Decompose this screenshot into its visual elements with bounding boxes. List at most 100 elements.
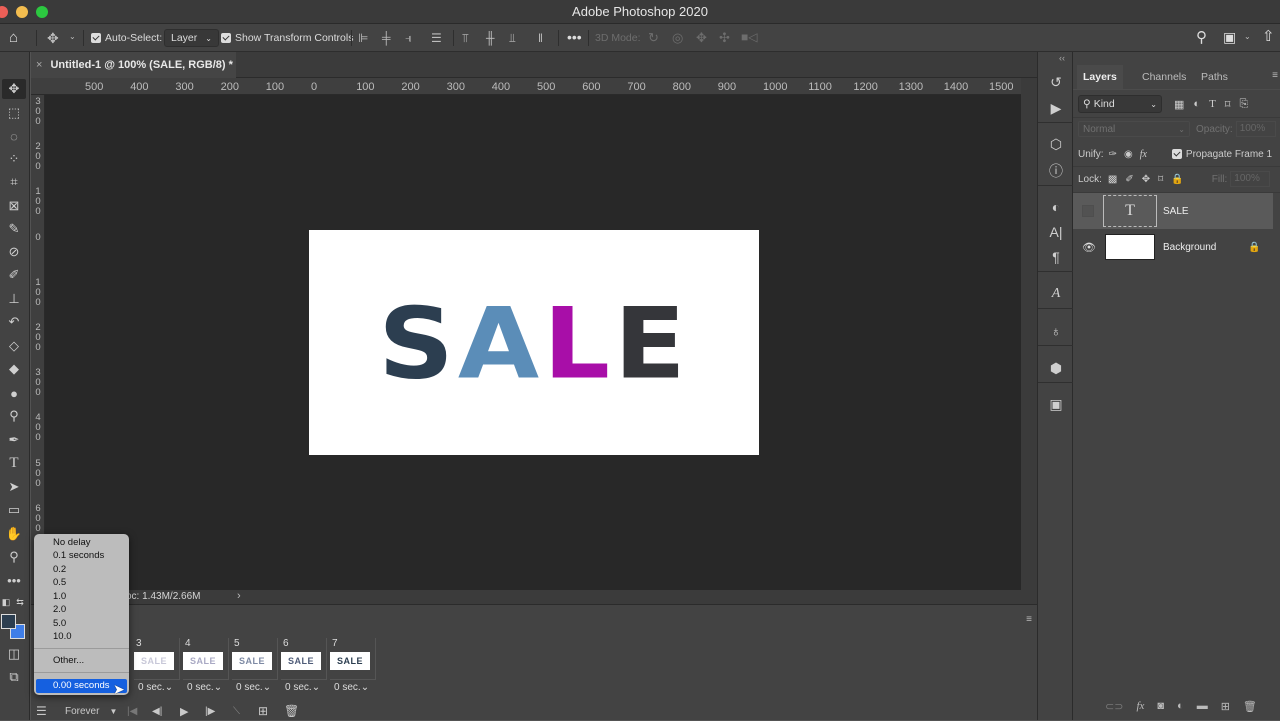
panel-menu-icon[interactable]: ≡ bbox=[1272, 70, 1278, 81]
default-colors-icon[interactable]: ◧ bbox=[0, 592, 12, 612]
close-document-icon[interactable]: × bbox=[36, 59, 42, 71]
play-icon[interactable]: ▶ bbox=[180, 701, 188, 721]
clone-stamp-tool-icon[interactable]: ⊥ bbox=[2, 289, 26, 309]
loop-options-dropdown[interactable]: Forever ▼ bbox=[65, 701, 117, 721]
menu-item-2.0[interactable]: 2.0 bbox=[53, 604, 66, 616]
align-top-icon[interactable]: ⫪ bbox=[462, 32, 469, 44]
history-brush-tool-icon[interactable]: ↶ bbox=[2, 312, 26, 332]
lock-image-pixels-icon[interactable]: ✐ bbox=[1125, 174, 1133, 185]
distribute-horizontal-icon[interactable]: ‖ bbox=[538, 32, 543, 44]
next-frame-icon[interactable]: |▶ bbox=[205, 701, 215, 721]
layer-visibility-toggle[interactable] bbox=[1082, 205, 1094, 217]
lock-artboard-icon[interactable]: ⌑ bbox=[1158, 174, 1163, 185]
crop-tool-icon[interactable]: ⌗ bbox=[2, 172, 26, 192]
document-tab[interactable]: × Untitled-1 @ 100% (SALE, RGB/8) * bbox=[31, 52, 236, 78]
collapse-panels-icon[interactable]: ‹‹ bbox=[1059, 53, 1065, 63]
align-horizontal-center-icon[interactable]: ╪ bbox=[382, 32, 391, 44]
distribute-vertical-icon[interactable]: ☰ bbox=[431, 32, 442, 44]
new-group-icon[interactable]: ▬ bbox=[1197, 700, 1208, 712]
auto-select-checkbox[interactable]: Auto-Select: bbox=[91, 24, 162, 52]
lock-position-icon[interactable]: ✥ bbox=[1142, 174, 1150, 185]
3d-pan-icon[interactable]: ✥ bbox=[696, 31, 707, 44]
delete-layer-icon[interactable]: 🗑 bbox=[1243, 700, 1257, 713]
layer-style-icon[interactable]: fx bbox=[1136, 700, 1144, 712]
align-right-icon[interactable]: ⫣ bbox=[405, 32, 412, 44]
convert-to-video-timeline-icon[interactable]: ☰ bbox=[36, 701, 47, 721]
3d-panel-icon[interactable]: ⬢ bbox=[1046, 358, 1066, 378]
layer-row-sale[interactable]: T SALE bbox=[1073, 193, 1273, 229]
move-tool-icon[interactable]: ✥ bbox=[2, 79, 26, 99]
align-bottom-icon[interactable]: ⫫ bbox=[509, 32, 516, 44]
filter-pixel-layers-icon[interactable]: ▦ bbox=[1174, 98, 1184, 111]
previous-frame-icon[interactable]: ◀| bbox=[152, 701, 162, 721]
duplicate-frame-icon[interactable]: ⊞ bbox=[258, 701, 268, 721]
zoom-tool-icon[interactable]: ⚲ bbox=[2, 547, 26, 567]
blend-mode-dropdown[interactable]: Normal ⌄ bbox=[1078, 121, 1190, 137]
menu-item-5.0[interactable]: 5.0 bbox=[53, 618, 66, 630]
new-adjustment-layer-icon[interactable]: ◐ bbox=[1177, 700, 1184, 712]
search-icon[interactable]: ⚲ bbox=[1196, 30, 1207, 45]
animation-frame[interactable]: 5 SALE 0 sec.⌄ bbox=[232, 638, 278, 700]
frame-delay-dropdown[interactable]: 0 sec.⌄ bbox=[236, 682, 271, 693]
character-panel-icon[interactable]: A| bbox=[1046, 222, 1066, 242]
menu-item-10.0[interactable]: 10.0 bbox=[53, 631, 72, 643]
lock-all-icon[interactable]: 🔒 bbox=[1171, 174, 1183, 185]
dodge-tool-icon[interactable]: ⚲ bbox=[2, 406, 26, 426]
filter-type-layers-icon[interactable]: T bbox=[1209, 98, 1216, 110]
eyedropper-tool-icon[interactable]: ✎ bbox=[2, 219, 26, 239]
frame-tool-icon[interactable]: ⊠ bbox=[2, 196, 26, 216]
foreground-color-swatch[interactable] bbox=[1, 614, 16, 629]
unify-style-icon[interactable]: fx bbox=[1140, 149, 1147, 160]
layer-row-background[interactable]: 👁 Background 🔒 bbox=[1073, 229, 1280, 265]
marquee-tool-icon[interactable]: ⬚ bbox=[2, 103, 26, 123]
link-layers-icon[interactable]: ⊂⊃ bbox=[1105, 700, 1123, 713]
lock-transparent-pixels-icon[interactable]: ▩ bbox=[1108, 174, 1117, 185]
lasso-tool-icon[interactable]: ◌ bbox=[2, 126, 26, 146]
frame-delay-dropdown[interactable]: 0 sec.⌄ bbox=[187, 682, 222, 693]
3d-properties-panel-icon[interactable]: ⬡ bbox=[1046, 134, 1066, 154]
swap-colors-icon[interactable]: ⇆ bbox=[14, 592, 26, 612]
panel-menu-icon[interactable]: ≡ bbox=[1026, 614, 1032, 625]
healing-brush-tool-icon[interactable]: ⊘ bbox=[2, 242, 26, 262]
menu-item-0.5[interactable]: 0.5 bbox=[53, 577, 66, 589]
tab-paths[interactable]: Paths bbox=[1195, 65, 1234, 89]
menu-item-0.1[interactable]: 0.1 seconds bbox=[53, 550, 104, 562]
hand-tool-icon[interactable]: ✋ bbox=[2, 524, 26, 544]
3d-slide-icon[interactable]: ✣ bbox=[719, 31, 730, 44]
frame-delay-dropdown[interactable]: 0 sec.⌄ bbox=[285, 682, 320, 693]
filter-adjustment-layers-icon[interactable]: ◐ bbox=[1193, 98, 1200, 110]
filter-shape-layers-icon[interactable]: ⌑ bbox=[1225, 98, 1231, 111]
more-options-icon[interactable]: ••• bbox=[567, 30, 582, 44]
layer-name[interactable]: Background bbox=[1163, 242, 1216, 253]
menu-item-1.0[interactable]: 1.0 bbox=[53, 591, 66, 603]
brush-tool-icon[interactable]: ✐ bbox=[2, 265, 26, 285]
3d-scale-camera-icon[interactable]: ■◁ bbox=[741, 31, 757, 43]
show-transform-controls-checkbox[interactable]: Show Transform Controls bbox=[221, 24, 353, 52]
tab-channels[interactable]: Channels bbox=[1136, 65, 1192, 89]
move-tool-preset-icon[interactable]: ✥ bbox=[47, 31, 59, 45]
share-icon[interactable]: ⇧ bbox=[1262, 29, 1275, 44]
new-layer-icon[interactable]: ⊞ bbox=[1221, 700, 1230, 713]
actions-panel-icon[interactable]: ▶ bbox=[1046, 98, 1066, 118]
chevron-down-icon[interactable]: ⌄ bbox=[69, 33, 76, 41]
animation-frame[interactable]: 6 SALE 0 sec.⌄ bbox=[281, 638, 327, 700]
quick-mask-icon[interactable]: ◫ bbox=[2, 644, 26, 664]
frame-delay-dropdown[interactable]: 0 sec.⌄ bbox=[334, 682, 369, 693]
document-canvas[interactable]: SALE bbox=[309, 230, 759, 455]
paragraph-panel-icon[interactable]: ¶ bbox=[1046, 247, 1066, 267]
tab-layers[interactable]: Layers bbox=[1077, 65, 1123, 89]
frame-delay-dropdown[interactable]: 0 sec.⌄ bbox=[138, 682, 173, 693]
learn-panel-icon[interactable]: ♁ bbox=[1046, 321, 1066, 341]
3d-orbit-icon[interactable]: ↻ bbox=[648, 31, 659, 44]
libraries-panel-icon[interactable]: ▣ bbox=[1046, 394, 1066, 414]
eraser-tool-icon[interactable]: ◇ bbox=[2, 336, 26, 356]
animation-frame[interactable]: 7 SALE 0 sec.⌄ bbox=[330, 638, 376, 700]
paint-bucket-tool-icon[interactable]: ◆ bbox=[2, 359, 26, 379]
pen-tool-icon[interactable]: ✒ bbox=[2, 430, 26, 450]
menu-item-other[interactable]: Other... bbox=[53, 655, 84, 667]
status-menu-arrow-icon[interactable]: › bbox=[237, 590, 241, 602]
filter-smart-objects-icon[interactable]: ⎘ bbox=[1239, 98, 1248, 111]
glyphs-panel-icon[interactable]: A bbox=[1046, 284, 1066, 304]
workspace-icon[interactable]: ▣ bbox=[1223, 30, 1236, 44]
animation-frame[interactable]: 3 SALE 0 sec.⌄ bbox=[134, 638, 180, 700]
